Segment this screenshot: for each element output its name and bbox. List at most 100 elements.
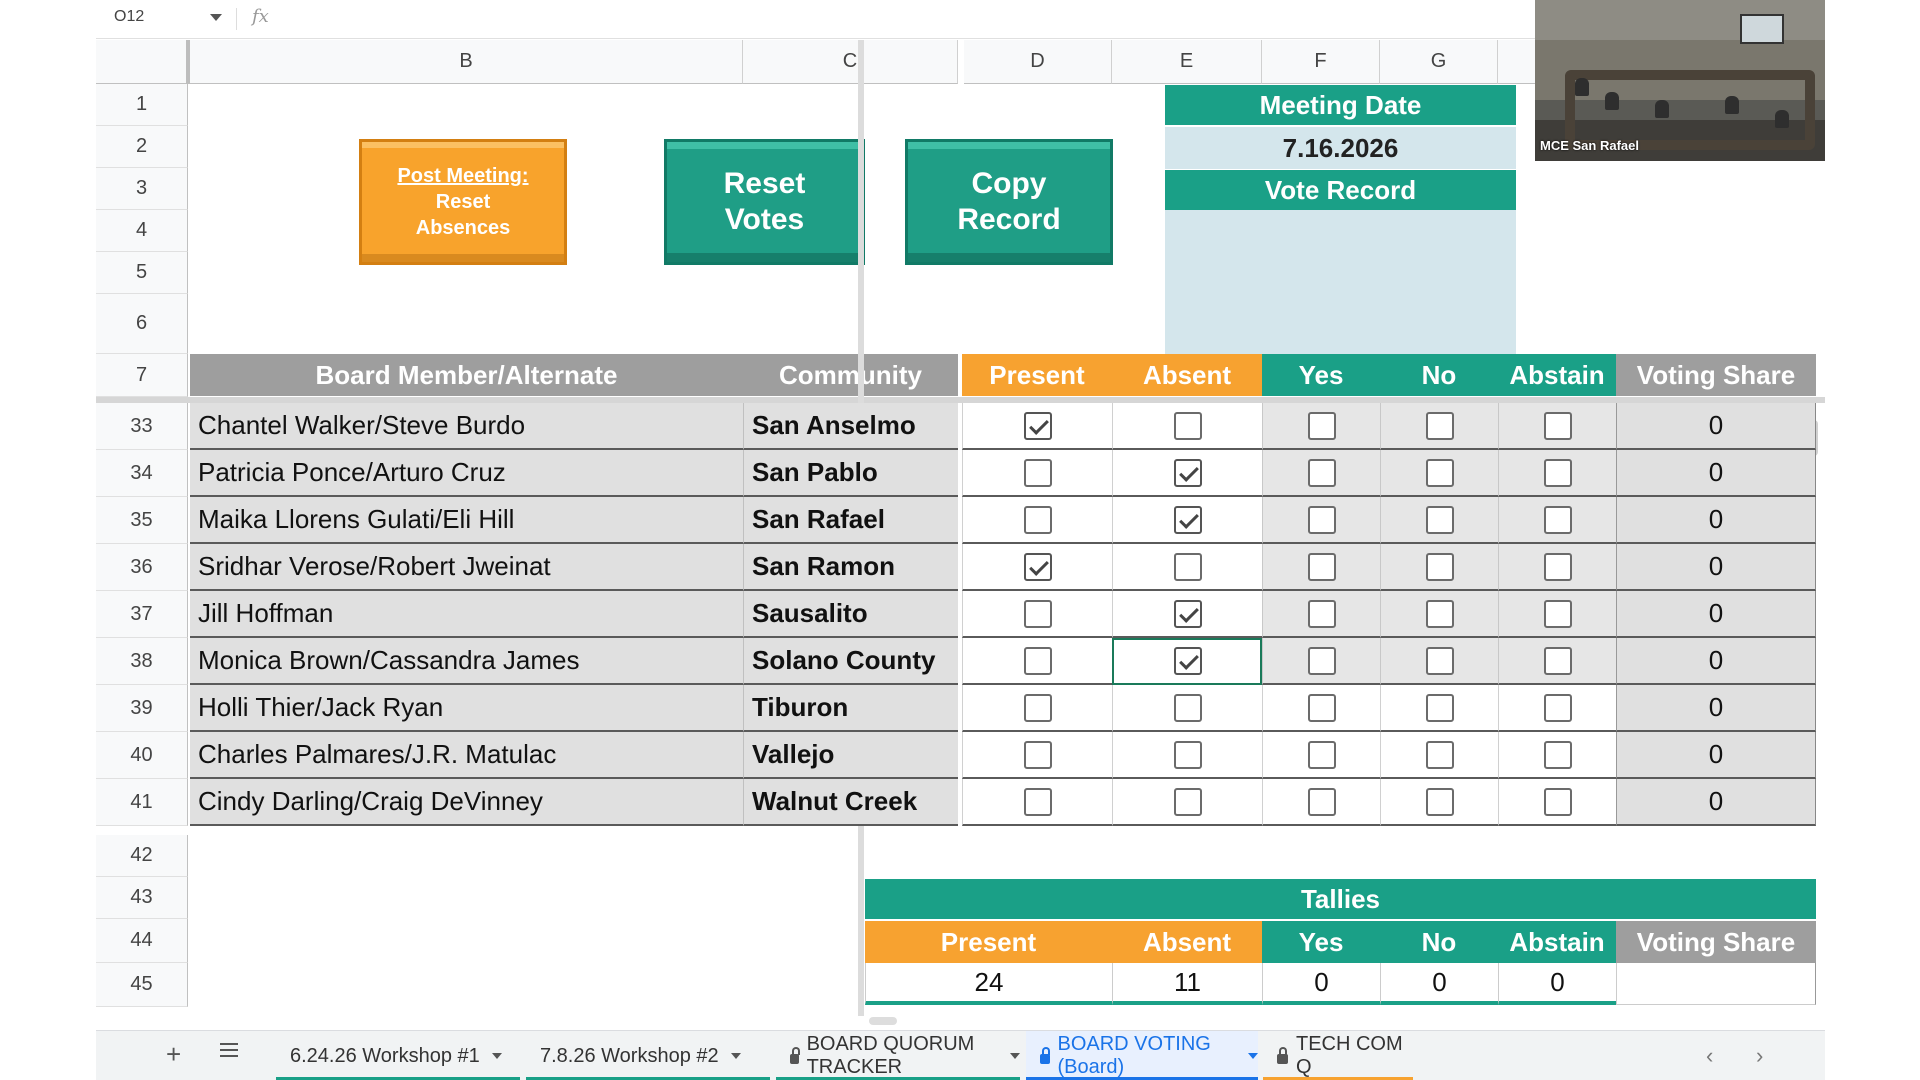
abstain-checkbox[interactable] [1543,740,1572,769]
yes-checkbox[interactable] [1307,787,1336,816]
row-header[interactable]: 34 [96,450,188,497]
scroll-tabs-right-icon[interactable]: › [1756,1043,1763,1069]
sheet-tab[interactable]: BOARD QUORUM TRACKER [776,1031,1020,1080]
row-header[interactable]: 36 [96,544,188,591]
community-cell[interactable]: Solano County [743,638,958,685]
row-header[interactable]: 38 [96,638,188,685]
member-name-cell[interactable]: Jill Hoffman [190,591,743,638]
column-header-e[interactable]: E [1112,40,1262,84]
post-meeting-reset-absences-button[interactable]: Post Meeting: Reset Absences [359,139,567,265]
row-header[interactable]: 45 [96,963,188,1007]
abstain-checkbox[interactable] [1543,693,1572,722]
member-name-cell[interactable]: Charles Palmares/J.R. Matulac [190,732,743,779]
sheet-tab[interactable]: 6.24.26 Workshop #1 [276,1031,520,1080]
member-name-cell[interactable]: Holli Thier/Jack Ryan [190,685,743,732]
no-checkbox[interactable] [1425,693,1454,722]
voting-share-cell[interactable]: 0 [1616,403,1816,450]
yes-checkbox[interactable] [1307,552,1336,581]
row-header[interactable]: 40 [96,732,188,779]
voting-share-cell[interactable]: 0 [1616,544,1816,591]
tally-present-value[interactable]: 24 [865,963,1112,1005]
name-box-dropdown-icon[interactable] [210,14,222,21]
select-all-corner[interactable] [96,40,188,84]
row-header[interactable]: 41 [96,779,188,826]
row-header[interactable]: 1 [96,84,188,126]
absent-checkbox[interactable] [1173,646,1202,675]
yes-checkbox[interactable] [1307,599,1336,628]
tally-voting-share-value[interactable] [1616,963,1816,1005]
present-checkbox[interactable] [1023,411,1052,440]
voting-share-cell[interactable]: 0 [1616,591,1816,638]
all-sheets-menu-icon[interactable] [220,1043,238,1057]
present-checkbox[interactable] [1023,552,1052,581]
horizontal-scrollbar[interactable] [869,1017,897,1025]
community-cell[interactable]: San Ramon [743,544,958,591]
tab-menu-chevron-down-icon[interactable] [1248,1053,1258,1059]
absent-checkbox[interactable] [1173,552,1202,581]
present-checkbox[interactable] [1023,740,1052,769]
member-name-cell[interactable]: Maika Llorens Gulati/Eli Hill [190,497,743,544]
no-checkbox[interactable] [1425,646,1454,675]
column-header-f[interactable]: F [1262,40,1380,84]
voting-share-cell[interactable]: 0 [1616,779,1816,826]
yes-checkbox[interactable] [1307,740,1336,769]
community-cell[interactable]: Sausalito [743,591,958,638]
member-name-cell[interactable]: Chantel Walker/Steve Burdo [190,403,743,450]
row-header[interactable]: 7 [96,354,188,397]
row-header[interactable]: 6 [96,294,188,354]
sheet-tab[interactable]: BOARD VOTING (Board) [1026,1031,1258,1080]
row-header[interactable]: 33 [96,403,188,450]
absent-checkbox[interactable] [1173,599,1202,628]
absent-checkbox[interactable] [1173,693,1202,722]
row-header[interactable]: 39 [96,685,188,732]
voting-share-cell[interactable]: 0 [1616,685,1816,732]
scroll-tabs-left-icon[interactable]: ‹ [1706,1043,1713,1069]
absent-checkbox[interactable] [1173,505,1202,534]
tab-menu-chevron-down-icon[interactable] [491,1053,502,1059]
tally-absent-value[interactable]: 11 [1112,963,1262,1005]
yes-checkbox[interactable] [1307,693,1336,722]
no-checkbox[interactable] [1425,458,1454,487]
present-checkbox[interactable] [1023,599,1052,628]
community-cell[interactable]: Vallejo [743,732,958,779]
present-checkbox[interactable] [1023,787,1052,816]
tally-yes-value[interactable]: 0 [1262,963,1380,1005]
row-header[interactable]: 5 [96,252,188,294]
yes-checkbox[interactable] [1307,505,1336,534]
no-checkbox[interactable] [1425,505,1454,534]
community-cell[interactable]: Tiburon [743,685,958,732]
abstain-checkbox[interactable] [1543,787,1572,816]
column-header-d[interactable]: D [964,40,1112,84]
row-header[interactable]: 35 [96,497,188,544]
row-header[interactable]: 3 [96,168,188,210]
absent-checkbox[interactable] [1173,787,1202,816]
present-checkbox[interactable] [1023,505,1052,534]
row-header[interactable]: 37 [96,591,188,638]
yes-checkbox[interactable] [1307,646,1336,675]
meeting-date-value[interactable]: 7.16.2026 [1165,127,1516,169]
sheet-tab[interactable]: 7.8.26 Workshop #2 [526,1031,770,1080]
voting-share-cell[interactable]: 0 [1616,497,1816,544]
row-header[interactable]: 43 [96,877,188,919]
name-box[interactable]: O12 [114,8,144,26]
tab-menu-chevron-down-icon[interactable] [1010,1053,1020,1059]
tab-menu-chevron-down-icon[interactable] [730,1053,741,1059]
yes-checkbox[interactable] [1307,458,1336,487]
present-checkbox[interactable] [1023,458,1052,487]
yes-checkbox[interactable] [1307,411,1336,440]
reset-votes-button[interactable]: Reset Votes [664,139,865,265]
member-name-cell[interactable]: Cindy Darling/Craig DeVinney [190,779,743,826]
abstain-checkbox[interactable] [1543,458,1572,487]
community-cell[interactable]: San Anselmo [743,403,958,450]
sheet-tab[interactable]: TECH COM Q [1263,1031,1413,1080]
voting-share-cell[interactable]: 0 [1616,638,1816,685]
abstain-checkbox[interactable] [1543,599,1572,628]
tally-abstain-value[interactable]: 0 [1498,963,1616,1005]
add-sheet-icon[interactable]: + [166,1039,181,1070]
member-name-cell[interactable]: Monica Brown/Cassandra James [190,638,743,685]
absent-checkbox[interactable] [1173,740,1202,769]
present-checkbox[interactable] [1023,693,1052,722]
no-checkbox[interactable] [1425,411,1454,440]
column-header-g[interactable]: G [1380,40,1498,84]
column-header-b[interactable]: B [190,40,743,84]
